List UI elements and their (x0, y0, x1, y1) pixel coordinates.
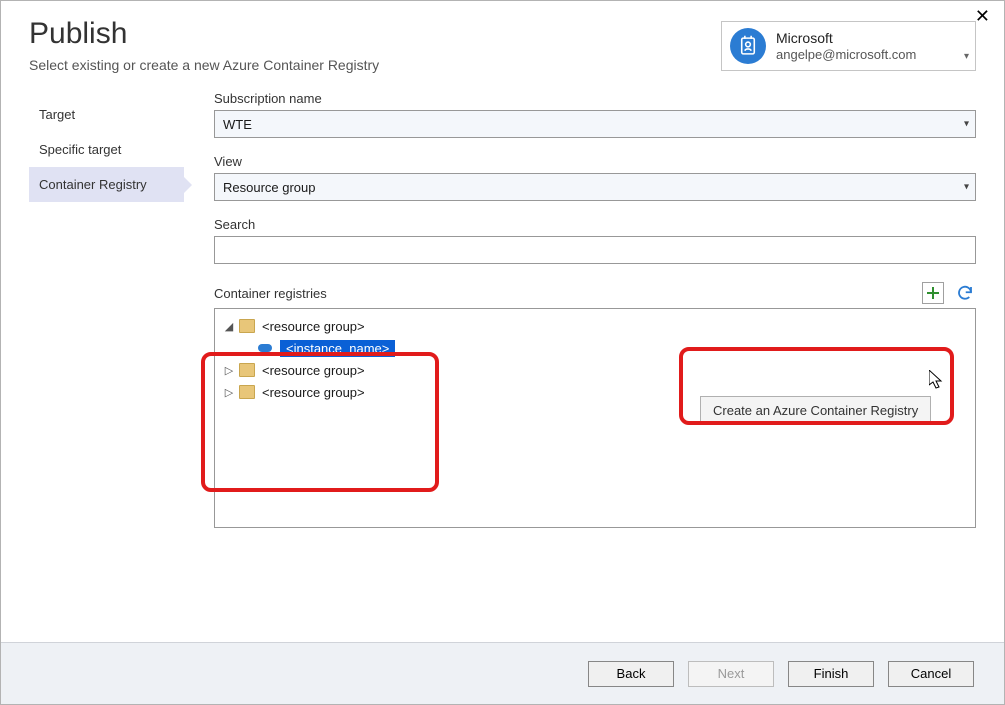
tooltip-create-registry: Create an Azure Container Registry (700, 396, 931, 425)
add-registry-button[interactable] (922, 282, 944, 304)
chevron-down-icon: ▾ (964, 182, 969, 193)
container-registry-icon (257, 342, 273, 354)
tree-node-instance[interactable]: <instance_name> (223, 337, 967, 359)
close-icon[interactable]: ✕ (975, 7, 990, 25)
view-value: Resource group (223, 180, 316, 195)
main-panel: Subscription name WTE ▾ View Resource gr… (214, 87, 976, 528)
collapse-icon[interactable]: ◢ (223, 320, 235, 333)
folder-icon (239, 319, 255, 333)
folder-icon (239, 385, 255, 399)
refresh-button[interactable] (954, 282, 976, 304)
subscription-value: WTE (223, 117, 252, 132)
tree-label: <resource group> (262, 319, 365, 334)
dialog-footer: Back Next Finish Cancel (1, 642, 1004, 704)
page-subtitle: Select existing or create a new Azure Co… (29, 57, 721, 73)
chevron-down-icon: ▾ (964, 51, 969, 62)
account-badge-icon (730, 28, 766, 64)
tree-node-resource-group[interactable]: ▷ <resource group> (223, 359, 967, 381)
expand-icon[interactable]: ▷ (223, 364, 235, 377)
search-input[interactable] (214, 236, 976, 264)
tree-node-resource-group[interactable]: ◢ <resource group> (223, 315, 967, 337)
sidebar-item-container-registry[interactable]: Container Registry (29, 167, 184, 202)
finish-button[interactable]: Finish (788, 661, 874, 687)
tree-label: <resource group> (262, 385, 365, 400)
folder-icon (239, 363, 255, 377)
container-registries-label: Container registries (214, 286, 916, 301)
page-title: Publish (29, 17, 721, 51)
account-name: Microsoft (776, 30, 916, 47)
subscription-select[interactable]: WTE ▾ (214, 110, 976, 138)
account-email: angelpe@microsoft.com (776, 47, 916, 63)
tree-label-selected: <instance_name> (280, 340, 395, 357)
sidebar-item-target[interactable]: Target (29, 97, 184, 132)
sidebar-item-specific-target[interactable]: Specific target (29, 132, 184, 167)
publish-dialog: ✕ Publish Select existing or create a ne… (0, 0, 1005, 705)
view-select[interactable]: Resource group ▾ (214, 173, 976, 201)
chevron-down-icon: ▾ (964, 119, 969, 130)
account-selector[interactable]: Microsoft angelpe@microsoft.com ▾ (721, 21, 976, 71)
tree-label: <resource group> (262, 363, 365, 378)
view-label: View (214, 154, 976, 169)
plus-icon (926, 286, 940, 300)
next-button: Next (688, 661, 774, 687)
wizard-steps-sidebar: Target Specific target Container Registr… (29, 87, 184, 528)
back-button[interactable]: Back (588, 661, 674, 687)
cancel-button[interactable]: Cancel (888, 661, 974, 687)
expand-icon[interactable]: ▷ (223, 386, 235, 399)
refresh-icon (956, 284, 974, 302)
subscription-label: Subscription name (214, 91, 976, 106)
search-label: Search (214, 217, 976, 232)
